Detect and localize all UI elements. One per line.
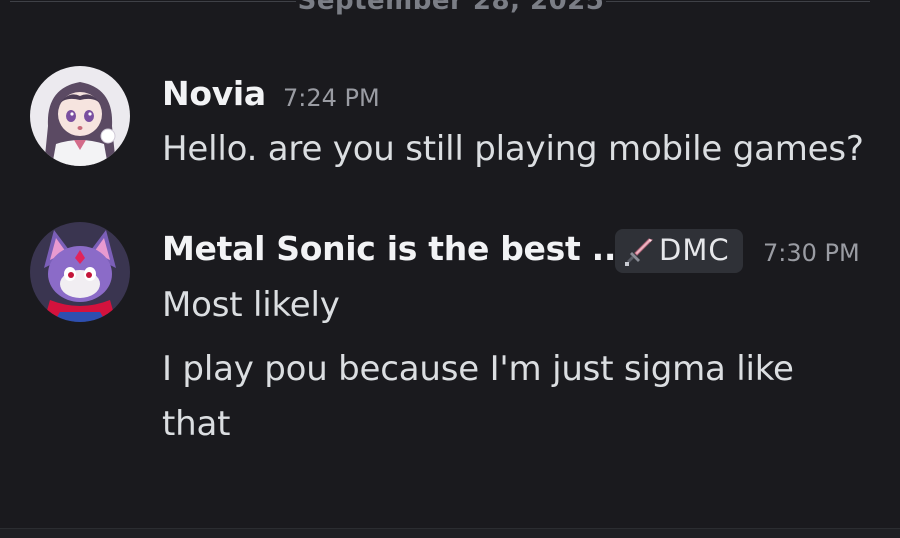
timestamp: 7:30 PM xyxy=(763,239,860,267)
message-text: I play pou because I'm just sigma like xyxy=(162,349,794,389)
message-text: Hello. are you still playing mobile game… xyxy=(162,129,864,169)
date-divider: September 28, 2025 xyxy=(0,0,900,20)
username[interactable]: Novia xyxy=(162,74,266,113)
timestamp: 7:24 PM xyxy=(283,84,380,112)
chat-bottom-edge xyxy=(0,528,900,538)
server-tag[interactable]: DMC xyxy=(615,229,743,273)
tag-label: DMC xyxy=(659,233,730,267)
divider-line-left xyxy=(10,1,296,2)
avatar-icon[interactable] xyxy=(30,222,130,322)
message-text: Most likely xyxy=(162,285,340,325)
sword-icon xyxy=(623,235,655,267)
divider-line-right xyxy=(606,1,870,2)
date-label: September 28, 2025 xyxy=(297,0,605,16)
message-text: that xyxy=(162,404,231,444)
avatar-icon[interactable] xyxy=(30,66,130,166)
username[interactable]: Metal Sonic is the best ... xyxy=(162,229,629,268)
